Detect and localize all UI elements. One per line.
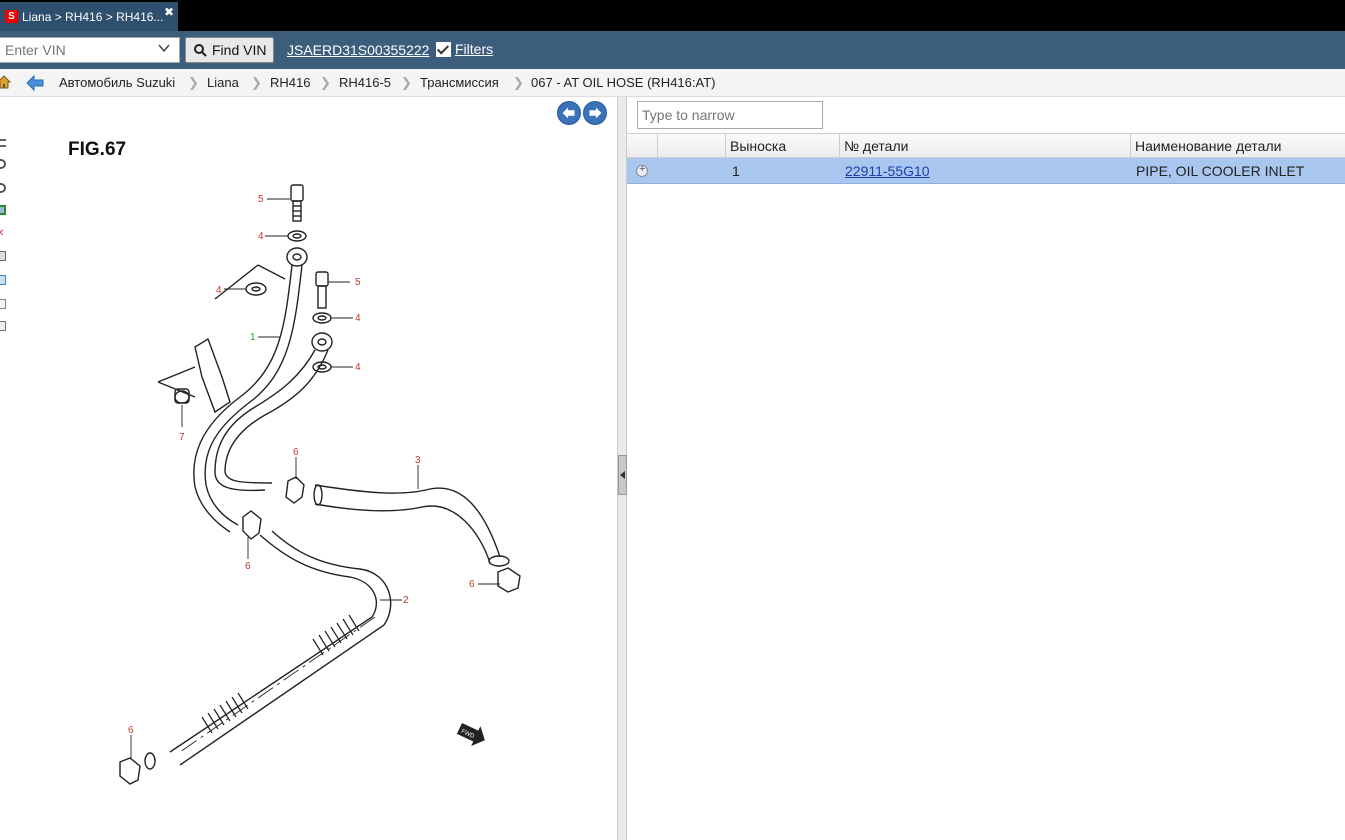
callout-label[interactable]: 6 xyxy=(293,447,299,458)
column-header-expand[interactable] xyxy=(627,134,658,157)
parts-diagram: FIG.67 5 4 4 5 4 1 4 7 6 3 6 6 2 6 FWD xyxy=(68,139,521,785)
breadcrumb-item-current: 067 - AT OIL HOSE (RH416:AT) xyxy=(531,75,716,90)
callout-label[interactable]: 7 xyxy=(179,432,185,443)
column-header-callout[interactable]: Выноска xyxy=(726,134,840,157)
filters-label[interactable]: Filters xyxy=(455,41,493,57)
column-header-part-name[interactable]: Наименование детали xyxy=(1131,134,1345,157)
find-vin-button[interactable]: Find VIN xyxy=(185,37,274,63)
zoom-out-icon[interactable] xyxy=(0,183,6,193)
table-header: Выноска № детали Наименование детали xyxy=(627,133,1345,158)
export-icon[interactable] xyxy=(0,321,6,331)
tab-bar: S Liana > RH416 > RH416... ✖ xyxy=(0,0,1345,31)
filters-checkbox[interactable] xyxy=(436,41,451,57)
page-icon[interactable] xyxy=(0,299,6,309)
callout-label[interactable]: 2 xyxy=(403,595,409,606)
collapse-handle[interactable] xyxy=(618,455,627,495)
breadcrumb-separator-icon: ❯ xyxy=(251,75,262,90)
row-callout: 1 xyxy=(732,163,740,179)
previous-arrow-icon[interactable] xyxy=(557,101,581,125)
breadcrumb-item-brand[interactable]: Автомобиль Suzuki xyxy=(59,75,175,90)
parts-table: Выноска № детали Наименование детали 1 2… xyxy=(627,133,1345,184)
fit-icon[interactable] xyxy=(0,205,6,215)
search-icon xyxy=(194,43,207,57)
breadcrumb-item-series[interactable]: RH416 xyxy=(270,75,310,90)
expand-icon[interactable] xyxy=(636,163,648,177)
callout-label[interactable]: 4 xyxy=(258,231,264,242)
panel-splitter[interactable] xyxy=(617,97,627,840)
breadcrumb-separator-icon: ❯ xyxy=(401,75,412,90)
callout-label[interactable]: 4 xyxy=(355,313,361,324)
callout-label-active[interactable]: 1 xyxy=(250,332,256,343)
breadcrumb-item-model[interactable]: Liana xyxy=(207,75,239,90)
next-arrow-icon[interactable] xyxy=(583,101,607,125)
breadcrumb-separator-icon: ❯ xyxy=(513,75,524,90)
row-part-name: PIPE, OIL COOLER INLET xyxy=(1136,163,1305,179)
diagram-panel: ✕ FIG.67 5 4 4 5 4 1 4 7 6 3 6 6 2 6 FWD xyxy=(0,97,617,840)
home-icon[interactable] xyxy=(0,75,11,89)
table-row[interactable]: 1 22911-55G10 PIPE, OIL COOLER INLET xyxy=(627,158,1345,184)
diagram-nav xyxy=(557,101,607,125)
callout-label[interactable]: 6 xyxy=(469,579,475,590)
narrow-search-input[interactable] xyxy=(637,101,823,129)
diagram-tool-strip: ✕ xyxy=(0,139,9,339)
breadcrumb-item-variant[interactable]: RH416-5 xyxy=(339,75,391,90)
breadcrumb: Автомобиль Suzuki ❯ Liana ❯ RH416 ❯ RH41… xyxy=(0,69,1345,97)
zoom-in-icon[interactable] xyxy=(0,159,6,169)
part-number-link[interactable]: 22911-55G10 xyxy=(845,163,930,179)
print-icon[interactable] xyxy=(0,251,6,261)
column-header-part-number[interactable]: № детали xyxy=(840,134,1131,157)
callout-label[interactable]: 3 xyxy=(415,455,421,466)
breadcrumb-item-group[interactable]: Трансмиссия xyxy=(420,75,499,90)
callout-label[interactable]: 4 xyxy=(216,285,222,296)
vin-link[interactable]: JSAERD31S00355222 xyxy=(287,42,429,58)
callout-label[interactable]: 6 xyxy=(245,561,251,572)
fwd-arrow-icon: FWD xyxy=(456,723,485,747)
filters-toggle[interactable]: Filters xyxy=(436,41,493,57)
row-part-number: 22911-55G10 xyxy=(841,158,1129,183)
tab-title: Liana > RH416 > RH416... xyxy=(22,9,164,24)
breadcrumb-separator-icon: ❯ xyxy=(188,75,199,90)
callout-label[interactable]: 4 xyxy=(355,362,361,373)
vin-input[interactable] xyxy=(0,37,180,63)
back-arrow-icon[interactable] xyxy=(26,75,44,91)
callout-label[interactable]: 5 xyxy=(355,277,361,288)
callout-label[interactable]: 6 xyxy=(128,725,134,736)
figure-title: FIG.67 xyxy=(68,139,126,160)
parts-panel: Выноска № детали Наименование детали 1 2… xyxy=(627,97,1345,840)
column-header-blank[interactable] xyxy=(658,134,726,157)
close-icon[interactable]: ✖ xyxy=(164,5,174,19)
suzuki-logo-icon: S xyxy=(5,10,18,23)
callout-label[interactable]: 5 xyxy=(258,194,264,205)
menu-icon[interactable] xyxy=(0,139,6,147)
toolbar: Find VIN JSAERD31S00355222 Filters xyxy=(0,31,1345,69)
chevron-down-icon[interactable] xyxy=(158,42,170,54)
clear-icon[interactable]: ✕ xyxy=(0,229,6,239)
tab-liana[interactable]: S Liana > RH416 > RH416... ✖ xyxy=(0,2,178,31)
breadcrumb-separator-icon: ❯ xyxy=(320,75,331,90)
find-vin-label: Find VIN xyxy=(212,42,267,58)
image-icon[interactable] xyxy=(0,275,6,285)
